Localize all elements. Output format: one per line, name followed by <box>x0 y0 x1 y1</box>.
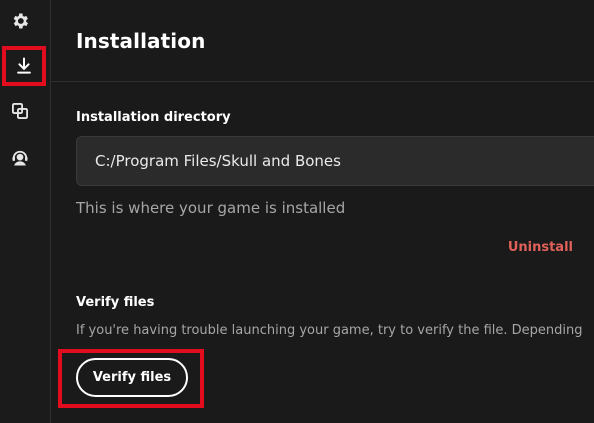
install-dir-field[interactable] <box>76 136 594 186</box>
support-agent-icon <box>12 150 28 166</box>
sidebar-item-settings[interactable] <box>0 3 40 39</box>
app-window: Installation Installation directory This… <box>0 0 594 423</box>
uninstall-link[interactable]: Uninstall <box>508 240 573 255</box>
page-title: Installation <box>76 29 206 53</box>
verify-files-description: If you're having trouble launching your … <box>76 323 583 338</box>
header-divider <box>51 81 594 82</box>
verify-files-heading: Verify files <box>76 295 155 310</box>
sidebar-rail <box>0 0 51 423</box>
verify-files-button[interactable]: Verify files <box>76 358 188 397</box>
sidebar-item-support[interactable] <box>0 140 40 176</box>
sidebar-item-copy[interactable] <box>0 93 40 129</box>
gear-icon <box>13 13 29 29</box>
install-dir-helper: This is where your game is installed <box>76 199 346 217</box>
download-icon <box>17 57 31 74</box>
install-dir-label: Installation directory <box>76 110 231 125</box>
sidebar-item-installation[interactable] <box>2 46 46 86</box>
installation-panel: Installation Installation directory This… <box>51 0 594 423</box>
copy-windows-icon <box>12 103 28 119</box>
